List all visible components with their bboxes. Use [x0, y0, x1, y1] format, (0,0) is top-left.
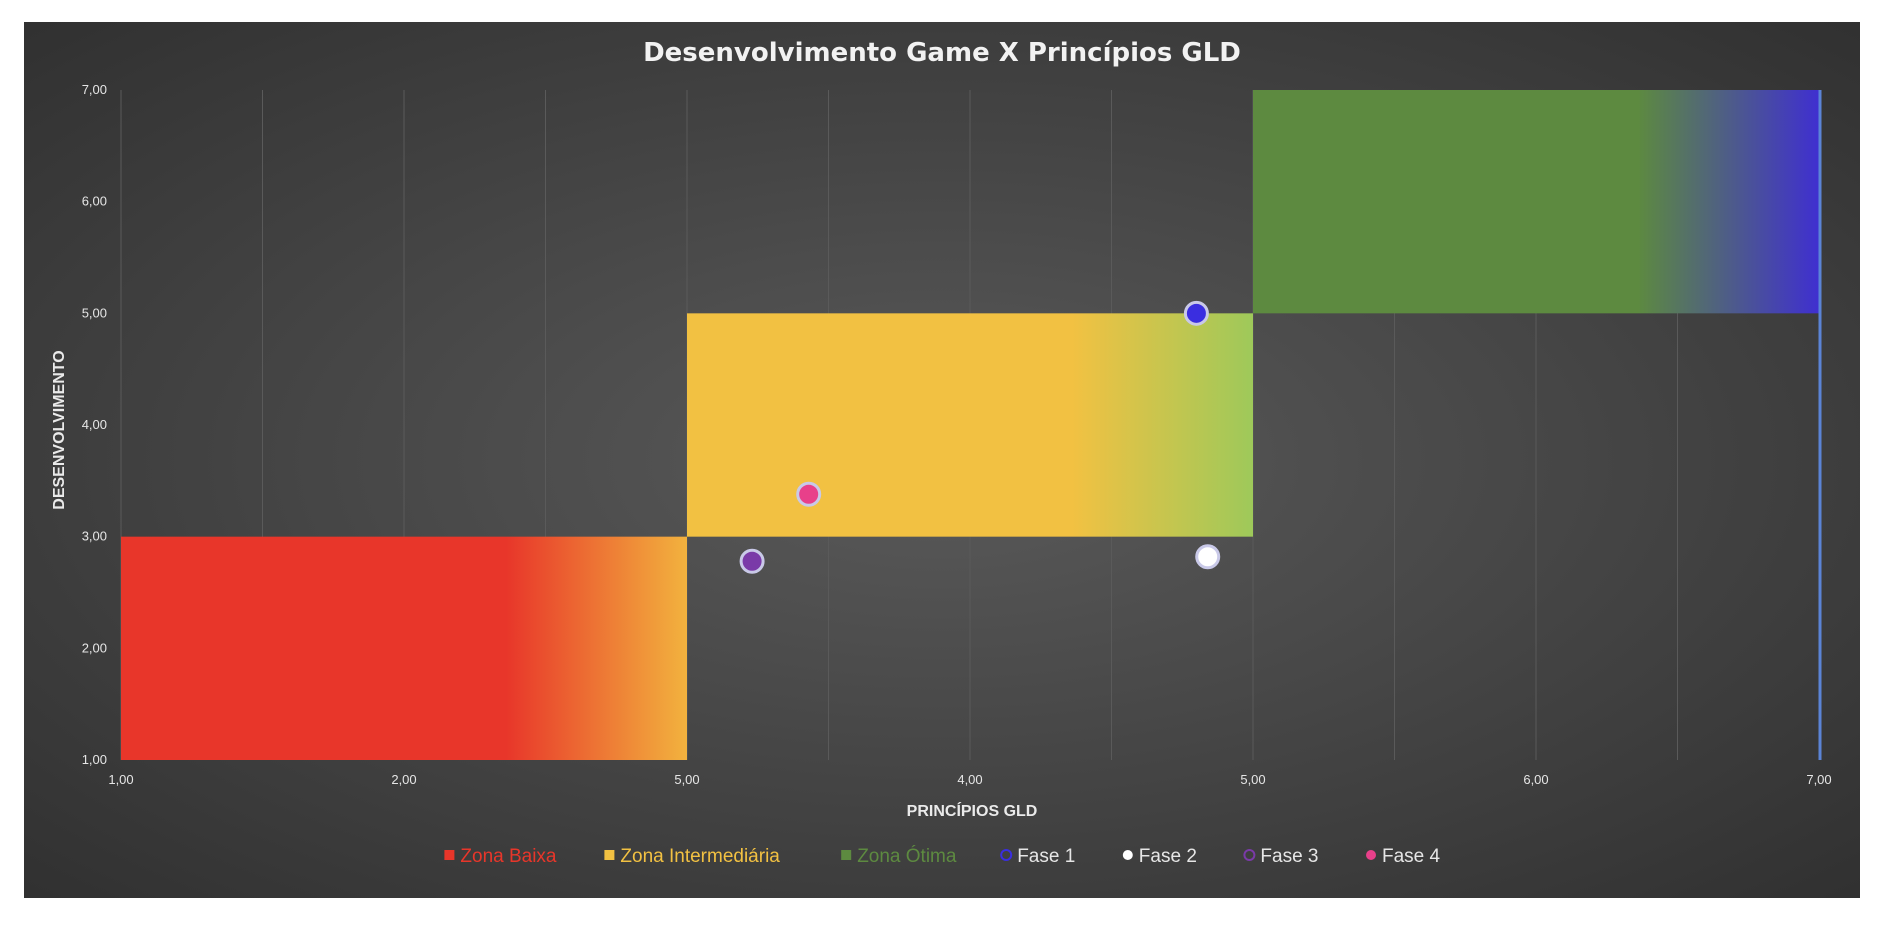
y-tick-label: 2,00 [82, 640, 107, 655]
x-tick-label: 6,00 [1523, 772, 1548, 787]
x-tick-label: 5,00 [674, 772, 699, 787]
zone-zona-intermediária [687, 313, 1253, 537]
legend-label-zona-ótima: Zona Ótima [857, 845, 957, 867]
y-tick-label: 7,00 [82, 82, 107, 97]
y-tick-label: 1,00 [82, 752, 107, 767]
x-tick-label: 2,00 [391, 772, 416, 787]
point-fase-3 [739, 548, 765, 574]
zone-zona-baixa [121, 536, 687, 760]
point-fase-2 [1195, 544, 1221, 570]
legend-label-zona-baixa: Zona Baixa [460, 846, 557, 867]
y-axis-title: DESENVOLVIMENTO [51, 350, 68, 509]
zone-zona-ótima [1253, 90, 1819, 314]
y-tick-label: 6,00 [82, 194, 107, 209]
chart: 1,00 2,00 5,00 4,00 5,00 6,00 7,00 1,00 2,00 3,00… [24, 22, 1860, 898]
legend-marker-zona-baixa [444, 850, 455, 860]
legend-label-fase-4: Fase 4 [1382, 846, 1441, 867]
legend-marker-zona-ótima [841, 850, 852, 860]
x-tick-label: 1,00 [108, 772, 133, 787]
legend-label-fase-3: Fase 3 [1260, 846, 1318, 867]
point-fase-4 [796, 481, 822, 507]
legend-label-fase-2: Fase 2 [1139, 846, 1197, 867]
legend-label-zona-intermediária: Zona Intermediária [620, 846, 780, 867]
x-tick-label: 7,00 [1806, 772, 1831, 787]
x-axis-title: PRINCÍPIOS GLD [907, 801, 1038, 820]
legend-marker-fase-2 [1122, 850, 1133, 860]
point-fase-1 [1183, 300, 1209, 326]
chart-title: Desenvolvimento Game X Princípios GLD [643, 38, 1241, 68]
legend-marker-zona-intermediária [604, 850, 615, 860]
x-tick-label: 5,00 [1240, 772, 1265, 787]
y-tick-label: 3,00 [82, 529, 107, 544]
chart-frame: 1,00 2,00 5,00 4,00 5,00 6,00 7,00 1,00 2,00 3,00… [24, 22, 1860, 898]
legend-label-fase-1: Fase 1 [1017, 846, 1075, 867]
legend-marker-fase-4 [1366, 850, 1376, 860]
y-tick-label: 4,00 [82, 417, 107, 432]
y-tick-label: 5,00 [82, 305, 107, 320]
x-tick-label: 4,00 [957, 772, 982, 787]
